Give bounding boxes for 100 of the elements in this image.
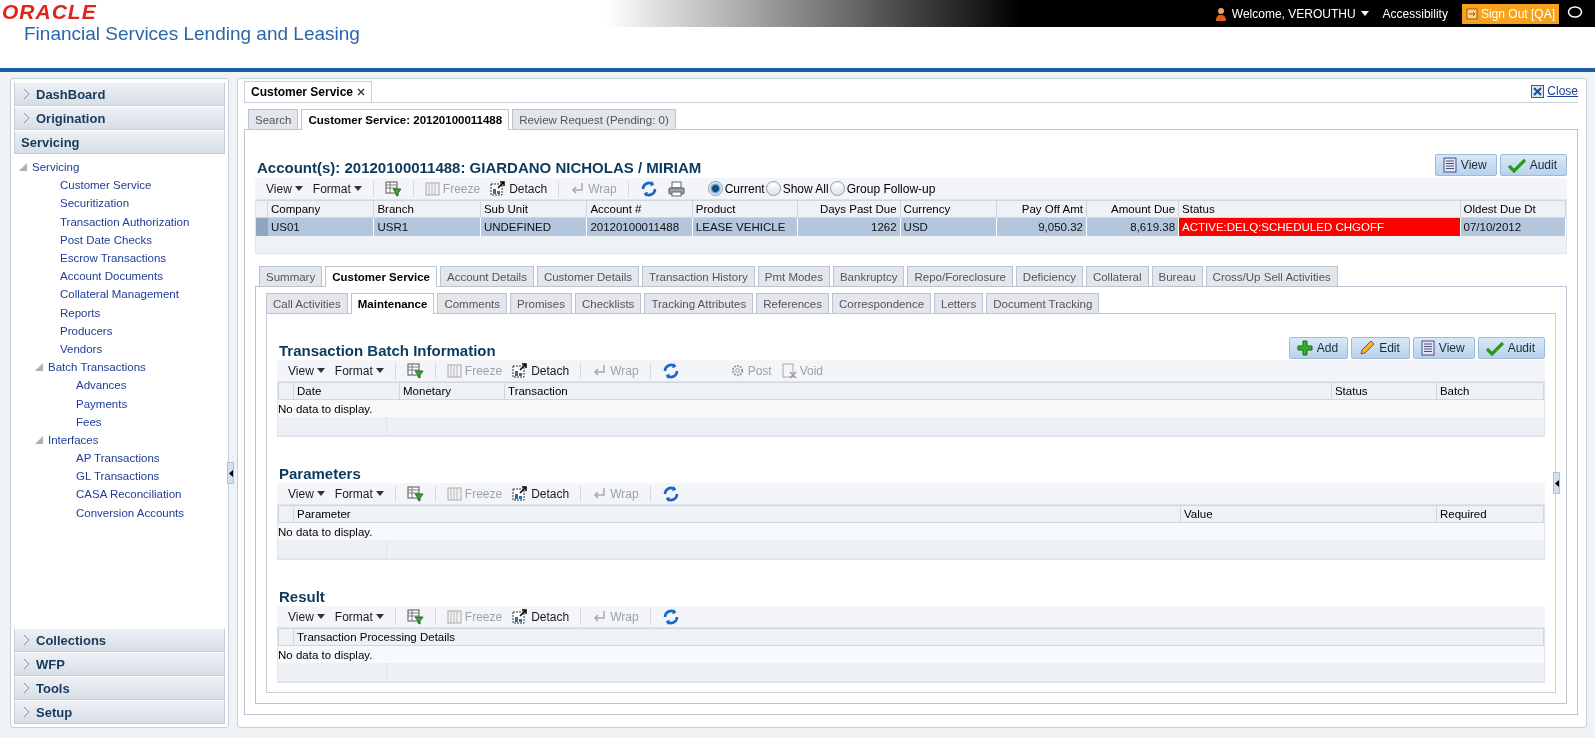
tab[interactable]: Pmt Modes [757, 266, 830, 286]
tree-item[interactable]: GL Transactions [76, 470, 160, 483]
tab[interactable]: Search [248, 109, 299, 129]
menu-button[interactable]: Format [307, 179, 367, 198]
add-button[interactable]: Add [1288, 337, 1349, 359]
tree-item[interactable]: Reports [60, 306, 101, 319]
column-header[interactable]: Transaction [505, 382, 1332, 400]
tab[interactable]: Collateral [1085, 266, 1149, 286]
radio-button[interactable]: Group Follow-up [829, 181, 937, 196]
tab[interactable]: Customer Details [536, 266, 640, 286]
column-header[interactable]: Currency [900, 200, 997, 218]
tab[interactable]: Maintenance [350, 293, 435, 314]
menu-button[interactable]: View [283, 484, 330, 503]
radio-button[interactable]: Show All [765, 181, 830, 196]
column-header[interactable]: Branch [374, 200, 481, 218]
column-header[interactable]: Date [294, 382, 401, 400]
tree-item[interactable]: Batch Transactions [48, 361, 146, 374]
detach-button[interactable]: Detach [507, 361, 575, 380]
refresh-icon[interactable] [639, 179, 658, 198]
tab[interactable]: Customer Service [325, 266, 437, 287]
tab[interactable]: Transaction History [642, 266, 755, 286]
detach-button[interactable]: Detach [507, 484, 575, 503]
accordion-header[interactable]: Servicing [14, 130, 225, 154]
tree-item[interactable]: CASA Reconciliation [76, 488, 182, 501]
column-header[interactable]: Value [1181, 505, 1437, 523]
page-tab[interactable]: Customer Service [244, 81, 373, 102]
close-link[interactable]: Close [1531, 84, 1578, 98]
printer-icon[interactable] [667, 180, 685, 197]
filter-icon[interactable] [406, 485, 424, 502]
tab[interactable]: Summary [259, 266, 323, 286]
tree-item[interactable]: Vendors [60, 342, 103, 355]
chevron-icon[interactable] [23, 634, 30, 646]
accordion-header[interactable]: DashBoard [14, 82, 225, 106]
chevron-icon[interactable] [23, 88, 30, 100]
menu-button[interactable]: Format [329, 607, 389, 626]
tab[interactable]: Deficiency [1015, 266, 1083, 286]
audit-button[interactable]: Audit [1477, 337, 1545, 359]
collapse-handle[interactable] [227, 462, 234, 484]
refresh-icon[interactable] [661, 361, 680, 380]
filter-icon[interactable] [406, 608, 424, 625]
tab[interactable]: Call Activities [266, 293, 348, 313]
column-header[interactable]: Pay Off Amt [996, 200, 1087, 218]
tree-item[interactable]: Interfaces [48, 433, 99, 446]
column-header[interactable]: Transaction Processing Details [294, 628, 1544, 646]
menu-button[interactable]: Format [329, 361, 389, 380]
tree-item[interactable]: Transaction Authorization [60, 215, 190, 228]
tab[interactable]: Letters [934, 293, 984, 313]
column-header[interactable]: Oldest Due Dt [1460, 200, 1566, 218]
column-header[interactable]: Account # [587, 200, 693, 218]
tab[interactable]: Repo/Foreclosure [907, 266, 1013, 286]
tree-item[interactable]: Customer Service [60, 179, 152, 192]
tab[interactable]: Promises [510, 293, 572, 313]
collapse-handle[interactable] [1553, 472, 1560, 494]
refresh-icon[interactable] [661, 607, 680, 626]
tab[interactable]: Tracking Attributes [644, 293, 754, 313]
column-header[interactable]: Amount Due [1086, 200, 1180, 218]
tree-item[interactable]: Fees [76, 415, 102, 428]
chevron-icon[interactable] [23, 682, 30, 694]
audit-button[interactable]: Audit [1499, 154, 1567, 176]
tab[interactable]: Document Tracking [986, 293, 1100, 313]
tab[interactable]: Review Request (Pending: 0) [512, 109, 676, 129]
close-icon[interactable] [357, 88, 366, 96]
column-header[interactable]: Batch [1436, 382, 1544, 400]
column-header[interactable]: Status [1331, 382, 1437, 400]
chevron-icon[interactable] [23, 112, 30, 124]
tab[interactable]: Correspondence [832, 293, 932, 313]
welcome-menu[interactable]: Welcome, VEROUTHU [1214, 6, 1369, 21]
column-header[interactable]: Status [1179, 200, 1461, 218]
detach-button[interactable]: Detach [485, 179, 553, 198]
tree-item[interactable]: Account Documents [60, 270, 163, 283]
tab[interactable]: Cross/Up Sell Activities [1205, 266, 1338, 286]
tab[interactable]: Customer Service: 20120100011488 [301, 109, 510, 130]
tree-item[interactable]: Collateral Management [60, 288, 179, 301]
accordion-header[interactable]: Tools [14, 676, 225, 700]
tab[interactable]: Bureau [1151, 266, 1203, 286]
detach-button[interactable]: Detach [507, 607, 575, 626]
radio-button[interactable]: Current [707, 181, 766, 196]
tree-item[interactable]: Escrow Transactions [60, 252, 167, 265]
accordion-header[interactable]: WFP [14, 652, 225, 676]
tab[interactable]: Comments [437, 293, 508, 313]
view-button[interactable]: View [1434, 154, 1497, 176]
tree-item[interactable]: Securitization [60, 197, 130, 210]
tree-item[interactable]: Advances [76, 379, 127, 392]
edit-button[interactable]: Edit [1351, 337, 1410, 359]
menu-button[interactable]: View [261, 179, 308, 198]
tree-item[interactable]: Producers [60, 324, 113, 337]
column-header[interactable]: Product [692, 200, 799, 218]
tab[interactable]: Account Details [440, 266, 534, 286]
filter-icon[interactable] [384, 180, 402, 197]
column-header[interactable]: Monetary [400, 382, 506, 400]
tree-item[interactable]: Servicing [32, 161, 80, 174]
menu-button[interactable]: View [283, 361, 330, 380]
menu-button[interactable]: Format [329, 484, 389, 503]
menu-button[interactable]: View [283, 607, 330, 626]
filter-icon[interactable] [406, 362, 424, 379]
column-header[interactable]: Sub Unit [480, 200, 588, 218]
tree-item[interactable]: AP Transactions [76, 452, 160, 465]
tab[interactable]: Bankruptcy [832, 266, 905, 286]
refresh-icon[interactable] [661, 484, 680, 503]
tab[interactable]: References [756, 293, 829, 313]
